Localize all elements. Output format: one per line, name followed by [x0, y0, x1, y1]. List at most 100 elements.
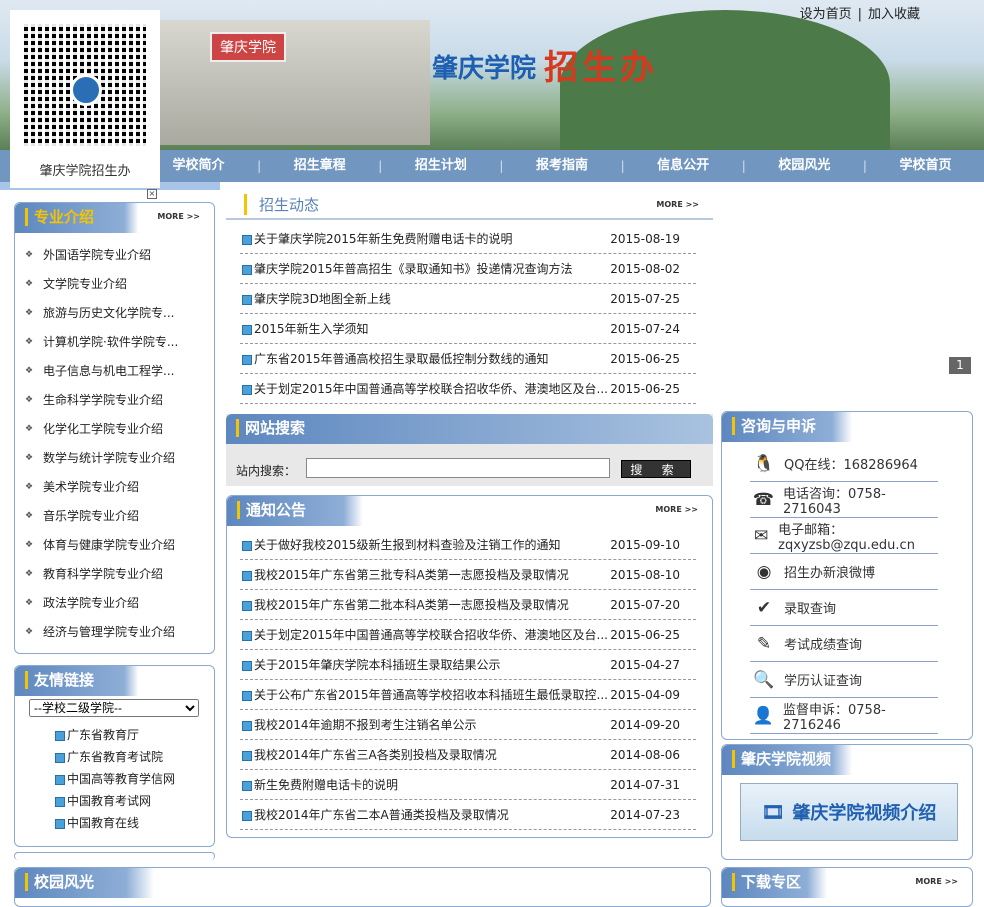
- consult-item[interactable]: 🔍 学历认证查询: [750, 662, 938, 698]
- search-input[interactable]: [306, 458, 610, 478]
- notices-more-link[interactable]: MORE >>: [655, 505, 698, 514]
- close-icon[interactable]: ×: [147, 189, 157, 199]
- nav-item[interactable]: 报考指南: [503, 150, 620, 182]
- news-row[interactable]: 关于做好我校2015级新生报到材料查验及注销工作的通知 2015-09-10: [240, 530, 696, 560]
- friend-link[interactable]: 广东省教育厅: [15, 724, 214, 746]
- campus-panel: 校园风光: [14, 867, 711, 907]
- news-row[interactable]: 我校2015年广东省第三批专科A类第一志愿投档及录取情况 2015-08-10: [240, 560, 696, 590]
- major-link[interactable]: 外国语学院专业介绍: [15, 241, 214, 270]
- friend-link[interactable]: 中国教育在线: [15, 812, 214, 834]
- news-title[interactable]: 关于肇庆学院2015年新生免费附赠电话卡的说明: [254, 224, 624, 254]
- major-link[interactable]: 美术学院专业介绍: [15, 473, 214, 502]
- news-row[interactable]: 关于划定2015年中国普通高等学校联合招收华侨、港澳地区及台... 2015-06…: [240, 374, 696, 404]
- consult-item[interactable]: ✔ 录取查询: [750, 590, 938, 626]
- news-title[interactable]: 我校2015年广东省第三批专科A类第一志愿投档及录取情况: [254, 560, 624, 590]
- news-title[interactable]: 关于划定2015年中国普通高等学校联合招收华侨、港澳地区及台...: [254, 374, 624, 404]
- gate-sign: 肇庆学院: [210, 32, 286, 62]
- major-link[interactable]: 计算机学院·软件学院专...: [15, 328, 214, 357]
- news-row[interactable]: 新生免费附赠电话卡的说明 2014-07-31: [240, 770, 696, 800]
- news-title[interactable]: 肇庆学院2015年普高招生《录取通知书》投递情况查询方法: [254, 254, 624, 284]
- friend-link[interactable]: 广东省教育考试院: [15, 746, 214, 768]
- downloads-title: 下载专区: [732, 873, 801, 891]
- admission-news-more-link[interactable]: MORE >>: [656, 200, 699, 209]
- college-select[interactable]: --学校二级学院--: [29, 699, 199, 717]
- news-row[interactable]: 我校2015年广东省第二批本科A类第一志愿投档及录取情况 2015-07-20: [240, 590, 696, 620]
- news-title[interactable]: 关于2015年肇庆学院本科插班生录取结果公示: [254, 650, 624, 680]
- news-date: 2015-06-25: [610, 628, 680, 642]
- mail-icon: ✉: [753, 525, 769, 546]
- news-date: 2015-07-20: [610, 598, 680, 612]
- news-row[interactable]: 关于公布广东省2015年普通高等学校招收本科插班生最低录取控... 2015-04…: [240, 680, 696, 710]
- nav-item[interactable]: 校园风光: [746, 150, 863, 182]
- film-reel-icon: 🎞: [761, 801, 785, 823]
- news-title[interactable]: 我校2014年广东省三A各类别投档及录取情况: [254, 740, 624, 770]
- news-title[interactable]: 我校2014年逾期不报到考生注销名单公示: [254, 710, 624, 740]
- majors-more-link[interactable]: MORE >>: [157, 212, 200, 221]
- news-row[interactable]: 关于2015年肇庆学院本科插班生录取结果公示 2015-04-27: [240, 650, 696, 680]
- news-row[interactable]: 关于划定2015年中国普通高等学校联合招收华侨、港澳地区及台... 2015-06…: [240, 620, 696, 650]
- friend-links-panel: 友情链接 --学校二级学院-- 广东省教育厅 广东省教育考试院 中国高等教育学信网中…: [14, 665, 215, 847]
- news-date: 2015-08-10: [610, 568, 680, 582]
- set-homepage-link[interactable]: 设为首页: [800, 7, 852, 22]
- major-link[interactable]: 经济与管理学院专业介绍: [15, 618, 214, 647]
- search-title: 网站搜索: [236, 419, 305, 437]
- news-title[interactable]: 广东省2015年普通高校招生录取最低控制分数线的通知: [254, 344, 624, 374]
- admission-news-panel: 招生动态 MORE >> 关于肇庆学院2015年新生免费附赠电话卡的说明 2015-…: [226, 190, 713, 404]
- major-link[interactable]: 旅游与历史文化学院专...: [15, 299, 214, 328]
- consult-item[interactable]: ✉ 电子邮箱：zqxyzsb@zqu.edu.cn: [750, 518, 938, 554]
- news-title[interactable]: 新生免费附赠电话卡的说明: [254, 770, 624, 800]
- friend-link[interactable]: 中国教育考试网: [15, 790, 214, 812]
- downloads-more-link[interactable]: MORE >>: [915, 877, 958, 886]
- add-favorite-link[interactable]: 加入收藏: [868, 7, 920, 22]
- major-link[interactable]: 音乐学院专业介绍: [15, 502, 214, 531]
- nav-item[interactable]: 学校首页: [867, 150, 984, 182]
- major-link[interactable]: 教育科学学院专业介绍: [15, 560, 214, 589]
- search-label: 站内搜索：: [236, 464, 297, 478]
- nav-item[interactable]: 招生计划: [382, 150, 499, 182]
- consult-item[interactable]: 👤 监督申诉：0758-2716246: [750, 698, 938, 734]
- qq-icon: 🐧: [753, 453, 775, 474]
- friend-link[interactable]: 中国高等教育学信网: [15, 768, 214, 790]
- news-row[interactable]: 我校2014年广东省三A各类别投档及录取情况 2014-08-06: [240, 740, 696, 770]
- consult-item[interactable]: ◉ 招生办新浪微博: [750, 554, 938, 590]
- news-title[interactable]: 关于划定2015年中国普通高等学校联合招收华侨、港澳地区及台...: [254, 620, 624, 650]
- news-title[interactable]: 我校2015年广东省第二批本科A类第一志愿投档及录取情况: [254, 590, 624, 620]
- news-row[interactable]: 我校2014年广东省二本A普通类投档及录取情况 2014-07-23: [240, 800, 696, 830]
- news-title[interactable]: 关于做好我校2015级新生报到材料查验及注销工作的通知: [254, 530, 624, 560]
- major-link[interactable]: 政法学院专业介绍: [15, 589, 214, 618]
- news-row[interactable]: 肇庆学院2015年普高招生《录取通知书》投递情况查询方法 2015-08-02: [240, 254, 696, 284]
- nav-item[interactable]: 信息公开: [625, 150, 742, 182]
- major-link[interactable]: 化学化工学院专业介绍: [15, 415, 214, 444]
- news-row[interactable]: 关于肇庆学院2015年新生免费附赠电话卡的说明 2015-08-19: [240, 224, 696, 254]
- consult-item[interactable]: 🐧 QQ在线：168286964: [750, 446, 938, 482]
- news-date: 2015-04-09: [610, 688, 680, 702]
- nav-item[interactable]: 招生章程: [261, 150, 378, 182]
- news-row[interactable]: 我校2014年逾期不报到考生注销名单公示 2014-09-20: [240, 710, 696, 740]
- news-title[interactable]: 关于公布广东省2015年普通高等学校招收本科插班生最低录取控...: [254, 680, 624, 710]
- major-link[interactable]: 电子信息与机电工程学...: [15, 357, 214, 386]
- score-icon: ✎: [756, 633, 772, 654]
- search-button[interactable]: 搜 索: [621, 460, 691, 478]
- consult-text: 招生办新浪微博: [784, 566, 876, 581]
- news-title[interactable]: 2015年新生入学须知: [254, 314, 624, 344]
- news-row[interactable]: 肇庆学院3D地图全新上线 2015-07-25: [240, 284, 696, 314]
- news-title[interactable]: 我校2014年广东省二本A普通类投档及录取情况: [254, 800, 624, 830]
- major-link[interactable]: 数学与统计学院专业介绍: [15, 444, 214, 473]
- consult-item[interactable]: ☎ 电话咨询：0758-2716043: [750, 482, 938, 518]
- news-row[interactable]: 广东省2015年普通高校招生录取最低控制分数线的通知 2015-06-25: [240, 344, 696, 374]
- consult-item[interactable]: ✎ 考试成绩查询: [750, 626, 938, 662]
- video-intro-banner[interactable]: 🎞 肇庆学院视频介绍: [740, 783, 958, 841]
- news-title[interactable]: 肇庆学院3D地图全新上线: [254, 284, 624, 314]
- consult-text: 考试成绩查询: [784, 638, 863, 653]
- slider-page-1[interactable]: 1: [949, 357, 971, 374]
- consult-text: 录取查询: [784, 602, 837, 617]
- campus-gate-image: 肇庆学院: [160, 20, 430, 145]
- news-date: 2015-04-27: [610, 658, 680, 672]
- news-date: 2015-07-24: [610, 322, 680, 336]
- major-link[interactable]: 体育与健康学院专业介绍: [15, 531, 214, 560]
- major-link[interactable]: 文学院专业介绍: [15, 270, 214, 299]
- major-link[interactable]: 生命科学学院专业介绍: [15, 386, 214, 415]
- news-row[interactable]: 2015年新生入学须知 2015-07-24: [240, 314, 696, 344]
- top-links: 设为首页 | 加入收藏: [800, 3, 920, 22]
- news-date: 2015-07-25: [610, 292, 680, 306]
